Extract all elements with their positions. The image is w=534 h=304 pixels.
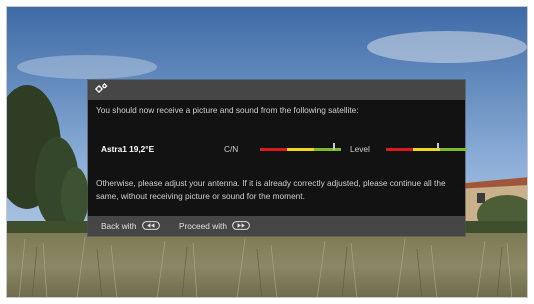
back-hint[interactable]: Back with xyxy=(101,221,160,232)
tv-screen: You should now receive a picture and sou… xyxy=(6,6,528,298)
cn-meter xyxy=(260,143,341,151)
satellite-row: Astra1 19,2°E C/N Level xyxy=(88,142,467,156)
dialog-body: You should now receive a picture and sou… xyxy=(88,100,467,216)
level-meter-red xyxy=(386,148,413,151)
gears-icon xyxy=(94,81,108,99)
cn-label: C/N xyxy=(224,144,239,154)
level-meter-marker xyxy=(437,143,439,150)
level-meter-green xyxy=(440,148,467,151)
proceed-label: Proceed with xyxy=(179,221,227,231)
otherwise-message: Otherwise, please adjust your antenna. I… xyxy=(96,178,446,201)
cn-meter-marker xyxy=(333,143,335,150)
dialog-footer: Back with Proceed with xyxy=(88,216,465,236)
dialog-header xyxy=(88,80,465,100)
level-label: Level xyxy=(350,144,370,154)
cn-meter-red xyxy=(260,148,287,151)
satellite-name: Astra1 19,2°E xyxy=(101,144,155,154)
proceed-hint[interactable]: Proceed with xyxy=(179,221,251,232)
fast-forward-button-icon xyxy=(232,221,251,232)
level-meter xyxy=(386,143,467,151)
satellite-setup-dialog: You should now receive a picture and sou… xyxy=(88,80,467,236)
cn-meter-green xyxy=(314,148,341,151)
cn-meter-yellow xyxy=(287,148,314,151)
level-meter-yellow xyxy=(413,148,440,151)
intro-message: You should now receive a picture and sou… xyxy=(96,105,359,115)
back-label: Back with xyxy=(101,221,137,231)
rewind-button-icon xyxy=(141,221,160,232)
